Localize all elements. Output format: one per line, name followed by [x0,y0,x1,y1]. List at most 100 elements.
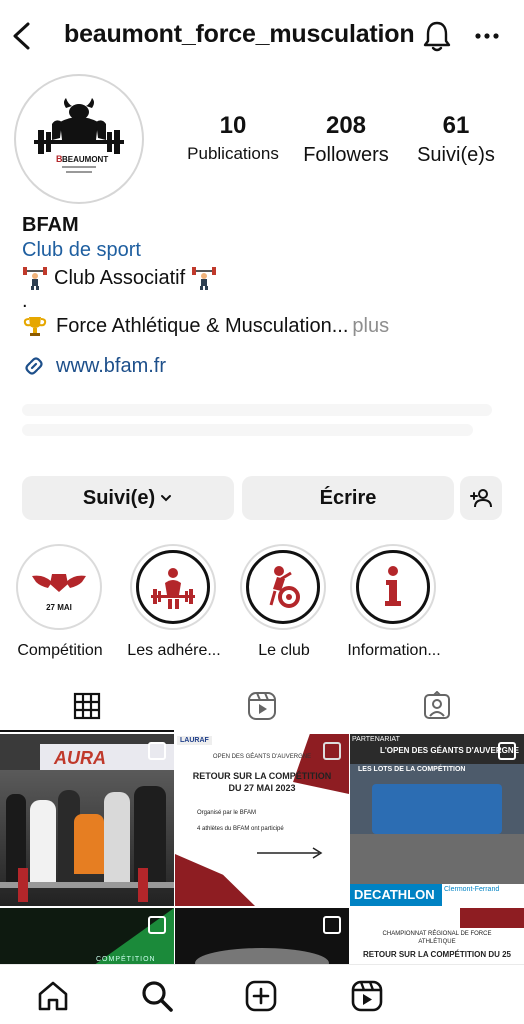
weightlifter-icon [151,568,195,609]
highlight-ring: 27 MAI [16,544,102,630]
post-title-text: RETOUR SUR LA COMPÉTITION DU 27 MAI 2023 [192,771,332,793]
profile-avatar[interactable]: B BEAUMONT [14,74,144,204]
notification-bell-icon[interactable] [420,18,454,54]
weightlifter-emoji-icon [192,267,217,290]
post-banner-text: AURA [54,748,106,768]
post-bullet-text: Organisé par le BFAM [197,810,257,816]
grid-icon [73,692,101,720]
post-tag: LAURAF [177,736,212,745]
carousel-icon [148,742,166,760]
stat-followers[interactable]: 208 Followers [286,112,406,167]
bio-line-force: Force Athlétique & Musculation... plus [22,314,512,338]
suggested-users-button[interactable] [460,476,502,520]
blurred-bio-area [22,404,492,446]
top-bar: beaumont_force_musculation [0,0,524,72]
add-person-icon [470,489,492,508]
weightlifter-emoji-icon [23,267,47,290]
reels-icon[interactable] [350,979,384,1013]
stat-label: Followers [303,144,389,166]
profile-stats: 10 Publications 208 Followers 61 Suivi(e… [180,112,510,167]
highlight-cover [356,550,430,624]
reels-icon [248,692,276,720]
highlight-ring [350,544,436,630]
red-shape [460,908,524,928]
highlight-cover: 27 MAI [22,550,96,624]
carousel-icon [148,916,166,934]
stat-publications[interactable]: 10 Publications [180,112,286,167]
highlight-competition[interactable]: 27 MAI Compétition [16,544,104,660]
carousel-icon [323,916,341,934]
highlight-label: Le club [258,642,310,659]
highlight-members[interactable]: Les adhére... [127,544,221,660]
highlight-label: Les adhére... [127,642,221,659]
bench-press-icon [269,566,300,608]
highlight-club[interactable]: Le club [240,544,328,660]
tab-posts-grid[interactable] [0,680,174,732]
highlight-label: Compétition [17,642,103,659]
profile-category[interactable]: Club de sport [22,239,512,262]
message-label: Écrire [319,486,377,509]
post-title-text: CHAMPIONNAT RÉGIONAL DE FORCE ATHLÉTIQUE [382,931,492,945]
stat-label: Suivi(e)s [417,144,495,166]
highlight-cover [136,550,210,624]
stat-number: 10 [219,112,247,139]
post-thumbnail[interactable]: COMPÉTITION [0,908,174,968]
highlight-ring [130,544,216,630]
decathlon-logo: DECATHLON [350,884,442,906]
create-post-icon[interactable] [244,979,278,1013]
tagged-person-icon [424,691,450,719]
chevron-down-icon [161,495,172,502]
post-thumbnail[interactable]: CHAMPIONNAT RÉGIONAL DE FORCE ATHLÉTIQUE… [350,908,524,968]
profile-name: BFAM [22,214,79,236]
search-icon[interactable] [140,979,174,1013]
post-thumbnail[interactable]: LAURAF OPEN DES GÉANTS D'AUVERGNE RETOUR… [175,734,349,906]
carousel-icon [323,742,341,760]
post-thumbnail[interactable] [175,908,349,968]
highlight-information[interactable]: Information... [347,544,441,660]
person-silhouette [30,800,56,884]
profile-actions: Suivi(e) Écrire [22,476,502,520]
post-sub-text: LES LOTS DE LA COMPÉTITION [358,766,466,773]
bio-text: Club Associatif [54,266,186,289]
highlight-cover [246,550,320,624]
bio-line-associatif: Club Associatif [22,266,512,290]
link-icon [25,357,43,375]
posts-grid: AURA LAURAF OPEN DES GÉANTS D'AUVERGNE R… [0,734,524,968]
message-button[interactable]: Écrire [242,476,454,520]
bio-dot: . [22,290,28,312]
barbell-plate [138,868,148,902]
bags-bg [372,784,502,834]
stat-following[interactable]: 61 Suivi(e)s [406,112,506,167]
bio-text: Force Athlétique & Musculation... [56,314,349,337]
post-caption-text: COMPÉTITION [96,956,156,963]
stat-label: Publications [187,144,279,163]
avatar-logo: B BEAUMONT [22,82,136,196]
carousel-icon [498,742,516,760]
home-icon[interactable] [36,979,70,1013]
tab-reels[interactable] [175,680,349,732]
bottom-navigation [0,964,524,1024]
logo-icon: B BEAUMONT [34,98,124,173]
post-sub-text: RETOUR SUR LA COMPÉTITION DU 25 [362,950,511,959]
profile-bio: BFAM Club de sport Club Associatif . For… [22,214,512,378]
active-tab-indicator [0,730,174,732]
following-button[interactable]: Suivi(e) [22,476,234,520]
tab-tagged[interactable] [350,680,524,732]
trophy-emoji-icon [23,317,47,336]
arrow-right-icon [257,847,323,859]
bio-more-link[interactable]: plus [352,315,389,338]
profile-username: beaumont_force_musculation [64,20,415,48]
website-link[interactable]: www.bfam.fr [22,354,512,378]
highlight-label: Information... [347,642,441,659]
highlight-ring [240,544,326,630]
barbell-plate [18,868,28,902]
website-text: www.bfam.fr [56,354,167,377]
svg-text:27 MAI: 27 MAI [46,603,72,612]
more-options-icon[interactable] [472,22,502,50]
stat-number: 61 [442,112,470,139]
profile-tabs [0,680,524,732]
post-thumbnail[interactable]: AURA [0,734,174,906]
post-thumbnail[interactable]: PARTENARIAT L'OPEN DES GÉANTS D'AUVERGNE… [350,734,524,906]
back-arrow-icon[interactable] [8,18,36,54]
info-icon [385,566,401,606]
